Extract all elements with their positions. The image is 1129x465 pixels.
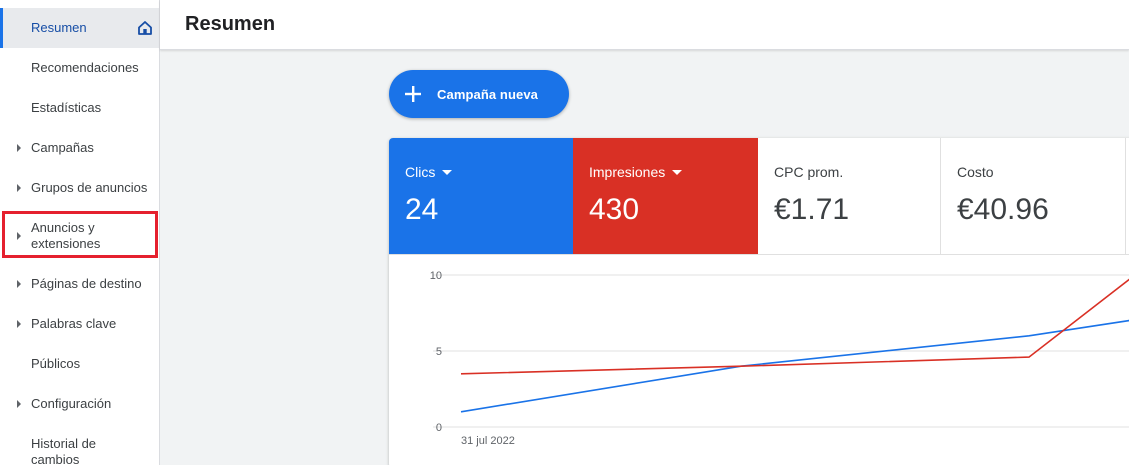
sidebar-item-resumen[interactable]: Resumen <box>0 8 159 48</box>
sidebar-item-label: Resumen <box>31 20 87 35</box>
sidebar-item-estadisticas[interactable]: Estadísticas <box>0 88 159 128</box>
metric-clicks[interactable]: Clics 24 <box>389 138 573 254</box>
page-title: Resumen <box>185 13 276 35</box>
caret-down-icon <box>672 170 683 175</box>
plus-icon <box>405 86 421 102</box>
sidebar-nav: Resumen Recomendaciones Estadísticas Campañ… <box>0 0 160 465</box>
page-header: Resumen <box>160 0 1129 50</box>
sidebar-item-paginas-de-destino[interactable]: Páginas de destino <box>0 264 159 304</box>
chart-svg: 0 5 10 31 jul 2022 <box>430 270 1129 447</box>
metric-impressions[interactable]: Impresiones 430 <box>573 138 758 254</box>
new-campaign-button[interactable]: Campaña nueva <box>389 70 569 118</box>
expand-arrow-icon <box>17 144 21 152</box>
sidebar-item-label: Grupos de anuncios <box>31 180 148 195</box>
expand-arrow-icon <box>17 400 21 408</box>
home-icon <box>138 21 152 35</box>
metric-clicks-label: Clics <box>405 164 453 180</box>
metric-cost-value: €40.96 <box>957 193 1049 226</box>
y-tick-label: 0 <box>436 422 442 434</box>
metric-cost[interactable]: Costo €40.96 <box>941 138 1126 254</box>
sidebar-item-label: Páginas de destino <box>31 276 142 291</box>
highlight-annotation <box>2 211 158 258</box>
metric-clicks-value: 24 <box>405 193 439 226</box>
y-tick-label: 5 <box>436 346 442 358</box>
sidebar-item-label: Estadísticas <box>31 100 102 115</box>
metric-impressions-value: 430 <box>589 193 640 226</box>
expand-arrow-icon <box>17 184 21 192</box>
caret-down-icon <box>442 170 453 175</box>
metric-avg-cpc[interactable]: CPC prom. €1.71 <box>758 138 941 254</box>
sidebar-item-recomendaciones[interactable]: Recomendaciones <box>0 48 159 88</box>
sidebar-item-palabras-clave[interactable]: Palabras clave <box>0 304 159 344</box>
metric-cost-label: Costo <box>957 164 994 180</box>
series-line-impresiones <box>460 278 1129 375</box>
sidebar-item-historial-de-cambios[interactable]: Historial de cambios <box>0 432 159 465</box>
sidebar-item-configuracion[interactable]: Configuración <box>0 384 159 424</box>
sidebar-item-publicos[interactable]: Públicos <box>0 344 159 384</box>
x-tick-label: 31 jul 2022 <box>461 435 515 447</box>
performance-chart: 0 5 10 31 jul 2022 <box>389 254 1129 465</box>
metric-avg-cpc-value: €1.71 <box>774 193 850 226</box>
new-campaign-label: Campaña nueva <box>437 87 539 102</box>
sidebar-item-label: Campañas <box>31 140 94 155</box>
performance-card: Clics 24 Impresiones 430 CPC prom. €1.71… <box>389 138 1129 465</box>
sidebar-item-label: Palabras clave <box>31 316 117 331</box>
y-tick-label: 10 <box>430 270 442 282</box>
sidebar-item-label: Configuración <box>31 396 112 411</box>
expand-arrow-icon <box>17 320 21 328</box>
sidebar-item-campanas[interactable]: Campañas <box>0 128 159 168</box>
sidebar-item-label: Historial de cambios <box>31 436 97 465</box>
metric-impressions-label: Impresiones <box>589 164 683 180</box>
sidebar-item-label: Recomendaciones <box>31 60 139 75</box>
metric-avg-cpc-label: CPC prom. <box>774 164 844 180</box>
expand-arrow-icon <box>17 280 21 288</box>
sidebar-item-grupos-de-anuncios[interactable]: Grupos de anuncios <box>0 168 159 208</box>
sidebar-item-label: Públicos <box>31 356 81 371</box>
